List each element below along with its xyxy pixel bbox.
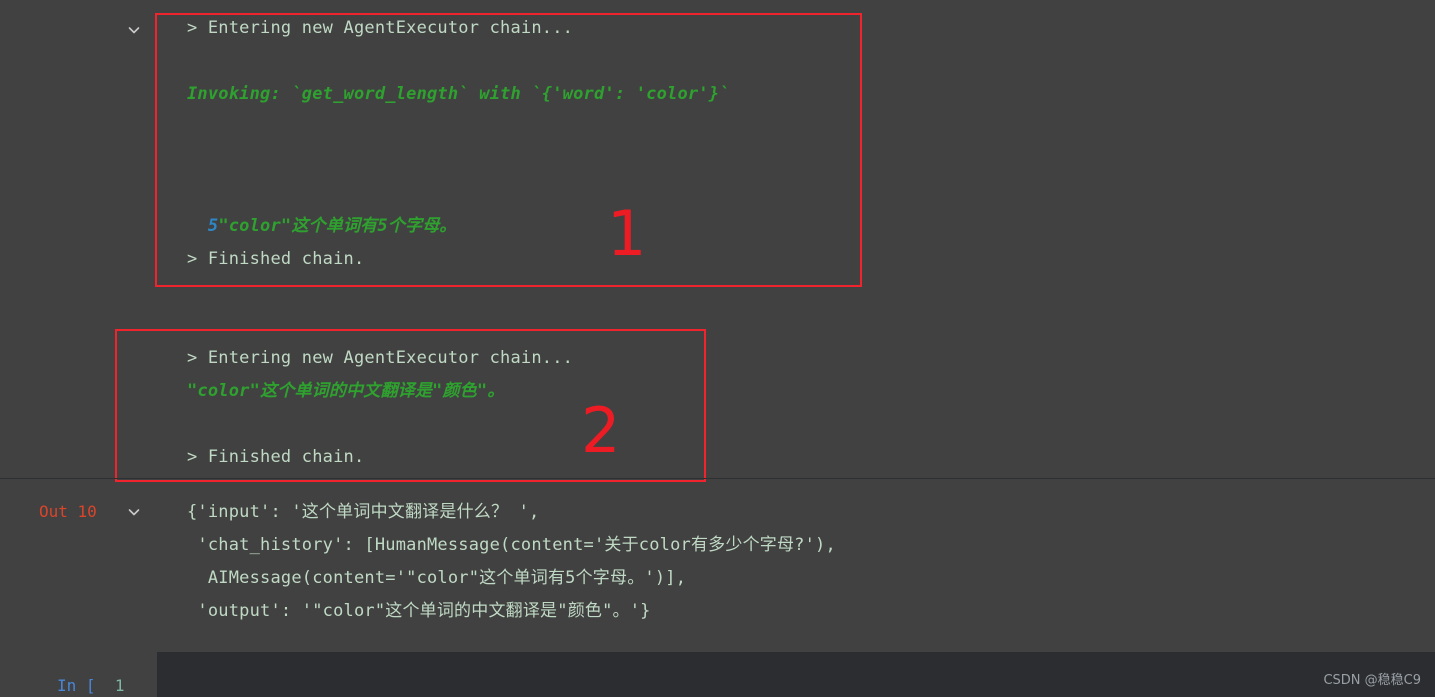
output-line-3: AIMessage(content='"color"这个单词有5个字母。')], — [187, 568, 687, 588]
output-line-2: 'chat_history': [HumanMessage(content='关… — [187, 535, 836, 555]
cell-one-tool-result-prefix: 5 — [207, 216, 219, 236]
cell-one-line-finished: > Finished chain. — [187, 249, 365, 269]
cell-one-line-invoking: Invoking: `get_word_length` with `{'word… — [187, 84, 730, 104]
chevron-down-icon-cell-one[interactable] — [126, 22, 142, 38]
in-prompt-bracket: [ — [85, 676, 96, 695]
cell-one-line-entering: > Entering new AgentExecutor chain... — [187, 18, 574, 38]
in-prompt-spacer — [76, 676, 86, 695]
in-prompt-number: 1 — [114, 676, 125, 695]
csdn-watermark: CSDN @稳稳C9 — [1323, 673, 1421, 688]
cell-two-line-entering: > Entering new AgentExecutor chain... — [187, 348, 574, 368]
code-input-cell[interactable] — [157, 652, 1435, 697]
cell-one-line-tool-result: 5"color"这个单词有5个字母。 — [187, 177, 457, 243]
out-prompt-label: Out 10 — [39, 502, 97, 521]
output-line-4: 'output': '"color"这个单词的中文翻译是"颜色"。'} — [187, 601, 651, 621]
in-prompt-prefix: In — [57, 676, 77, 695]
cell-two-line-answer: "color"这个单词的中文翻译是"颜色"。 — [187, 381, 505, 401]
chevron-down-icon-output[interactable] — [126, 504, 142, 520]
annotation-number-2: 2 — [581, 394, 621, 467]
cell-two-line-finished: > Finished chain. — [187, 447, 365, 467]
in-prompt-label: In [ 1 — [57, 676, 124, 695]
in-prompt-gap — [96, 676, 115, 695]
cell-separator-rule — [0, 478, 1435, 479]
annotation-number-1: 1 — [607, 197, 647, 270]
cell-one-tool-answer: "color"这个单词有5个字母。 — [218, 216, 457, 236]
output-line-1: {'input': '这个单词中文翻译是什么？ ', — [187, 502, 540, 522]
